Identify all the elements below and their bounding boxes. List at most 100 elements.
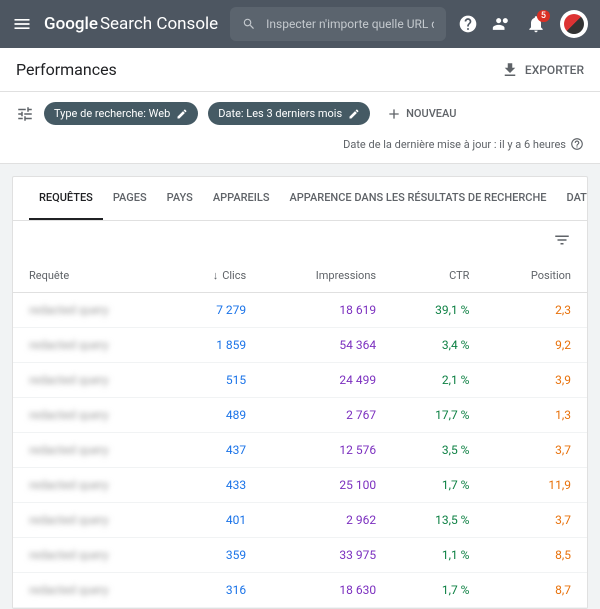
- topbar: Google Search Console 5: [0, 0, 600, 48]
- cell-clicks: 401: [170, 503, 262, 538]
- chip-search-type-label: Type de recherche: Web: [54, 107, 170, 120]
- table-header-row: Requête ↓Clics Impressions CTR Position: [13, 259, 587, 293]
- cell-ctr: 1,7 %: [392, 468, 485, 503]
- table-filter-icon[interactable]: [553, 231, 571, 249]
- cell-ctr: 1,7 %: [392, 573, 485, 608]
- col-position[interactable]: Position: [485, 259, 587, 293]
- avatar[interactable]: [560, 10, 588, 38]
- page-title: Performances: [16, 60, 117, 79]
- logo: Google Search Console: [44, 14, 218, 34]
- topbar-actions: 5: [458, 10, 588, 38]
- download-icon: [501, 61, 519, 79]
- cell-position: 8,5: [485, 538, 587, 573]
- cell-clicks: 433: [170, 468, 262, 503]
- cell-ctr: 17,7 %: [392, 398, 485, 433]
- tab-0[interactable]: REQUÊTES: [29, 177, 103, 220]
- cell-clicks: 316: [170, 573, 262, 608]
- tab-5[interactable]: DATES: [557, 177, 588, 220]
- cell-position: 9,2: [485, 328, 587, 363]
- table-row[interactable]: redacted query4892 76717,7 %1,3: [13, 398, 587, 433]
- table-row[interactable]: redacted query43712 5763,5 %3,7: [13, 433, 587, 468]
- cell-impressions: 25 100: [262, 468, 392, 503]
- cell-query: redacted query: [13, 573, 170, 608]
- tab-2[interactable]: PAYS: [157, 177, 203, 220]
- pencil-icon: [176, 108, 188, 120]
- cell-ctr: 1,1 %: [392, 538, 485, 573]
- cell-impressions: 2 767: [262, 398, 392, 433]
- table-row[interactable]: redacted query43325 1001,7 %11,9: [13, 468, 587, 503]
- queries-table: Requête ↓Clics Impressions CTR Position …: [13, 259, 587, 608]
- filter-list-icon[interactable]: [16, 105, 34, 123]
- filters-bar: Type de recherche: Web Date: Les 3 derni…: [0, 92, 600, 131]
- col-query[interactable]: Requête: [13, 259, 170, 293]
- avatar-image: [564, 14, 584, 34]
- cell-position: 8,7: [485, 573, 587, 608]
- table-row[interactable]: redacted query4012 96213,5 %3,7: [13, 503, 587, 538]
- page-header: Performances EXPORTER: [0, 48, 600, 92]
- cell-query: redacted query: [13, 433, 170, 468]
- table-row[interactable]: redacted query7 27918 61939,1 %2,3: [13, 293, 587, 328]
- cell-position: 3,9: [485, 363, 587, 398]
- col-clicks[interactable]: ↓Clics: [170, 259, 262, 293]
- cell-impressions: 54 364: [262, 328, 392, 363]
- people-icon[interactable]: [492, 14, 512, 34]
- cell-position: 3,7: [485, 503, 587, 538]
- cell-clicks: 437: [170, 433, 262, 468]
- url-inspect-search[interactable]: [230, 7, 446, 41]
- cell-ctr: 39,1 %: [392, 293, 485, 328]
- cell-impressions: 33 975: [262, 538, 392, 573]
- cell-ctr: 13,5 %: [392, 503, 485, 538]
- cell-clicks: 489: [170, 398, 262, 433]
- notifications-icon[interactable]: 5: [526, 14, 546, 34]
- sort-down-icon: ↓: [213, 269, 219, 282]
- cell-clicks: 1 859: [170, 328, 262, 363]
- cell-impressions: 12 576: [262, 433, 392, 468]
- table-row[interactable]: redacted query51524 4992,1 %3,9: [13, 363, 587, 398]
- cell-query: redacted query: [13, 538, 170, 573]
- help-icon[interactable]: [458, 14, 478, 34]
- col-ctr[interactable]: CTR: [392, 259, 485, 293]
- logo-google: Google: [44, 14, 98, 34]
- table-row[interactable]: redacted query35933 9751,1 %8,5: [13, 538, 587, 573]
- performance-card: REQUÊTESPAGESPAYSAPPAREILSAPPARENCE DANS…: [12, 176, 588, 609]
- cell-position: 1,3: [485, 398, 587, 433]
- pencil-icon: [348, 108, 360, 120]
- add-filter-button[interactable]: NOUVEAU: [386, 106, 456, 122]
- cell-ctr: 3,5 %: [392, 433, 485, 468]
- help-outline-icon[interactable]: [570, 137, 584, 151]
- tab-1[interactable]: PAGES: [103, 177, 157, 220]
- hamburger-icon[interactable]: [12, 14, 32, 34]
- col-impressions[interactable]: Impressions: [262, 259, 392, 293]
- cell-query: redacted query: [13, 468, 170, 503]
- cell-query: redacted query: [13, 363, 170, 398]
- chip-date-label: Date: Les 3 derniers mois: [218, 107, 342, 120]
- cell-impressions: 24 499: [262, 363, 392, 398]
- logo-product: Search Console: [100, 14, 218, 34]
- cell-impressions: 18 630: [262, 573, 392, 608]
- tabs: REQUÊTESPAGESPAYSAPPAREILSAPPARENCE DANS…: [13, 177, 587, 221]
- chip-date-range[interactable]: Date: Les 3 derniers mois: [208, 102, 370, 125]
- cell-ctr: 3,4 %: [392, 328, 485, 363]
- cell-position: 2,3: [485, 293, 587, 328]
- table-row[interactable]: redacted query1 85954 3643,4 %9,2: [13, 328, 587, 363]
- cell-impressions: 18 619: [262, 293, 392, 328]
- search-icon: [242, 16, 256, 32]
- plus-icon: [386, 106, 402, 122]
- cell-clicks: 7 279: [170, 293, 262, 328]
- export-label: EXPORTER: [525, 63, 584, 77]
- new-filter-label: NOUVEAU: [406, 107, 456, 120]
- notif-badge: 5: [537, 10, 550, 22]
- cell-clicks: 515: [170, 363, 262, 398]
- tab-3[interactable]: APPAREILS: [203, 177, 280, 220]
- table-row[interactable]: redacted query31618 6301,7 %8,7: [13, 573, 587, 608]
- cell-query: redacted query: [13, 398, 170, 433]
- export-button[interactable]: EXPORTER: [501, 61, 584, 79]
- tab-4[interactable]: APPARENCE DANS LES RÉSULTATS DE RECHERCH…: [279, 177, 556, 220]
- last-update-text: Date de la dernière mise à jour : il y a…: [343, 138, 566, 151]
- cell-query: redacted query: [13, 503, 170, 538]
- chip-search-type[interactable]: Type de recherche: Web: [44, 102, 198, 125]
- cell-clicks: 359: [170, 538, 262, 573]
- cell-position: 3,7: [485, 433, 587, 468]
- last-update-row: Date de la dernière mise à jour : il y a…: [0, 131, 600, 164]
- search-input[interactable]: [266, 17, 434, 31]
